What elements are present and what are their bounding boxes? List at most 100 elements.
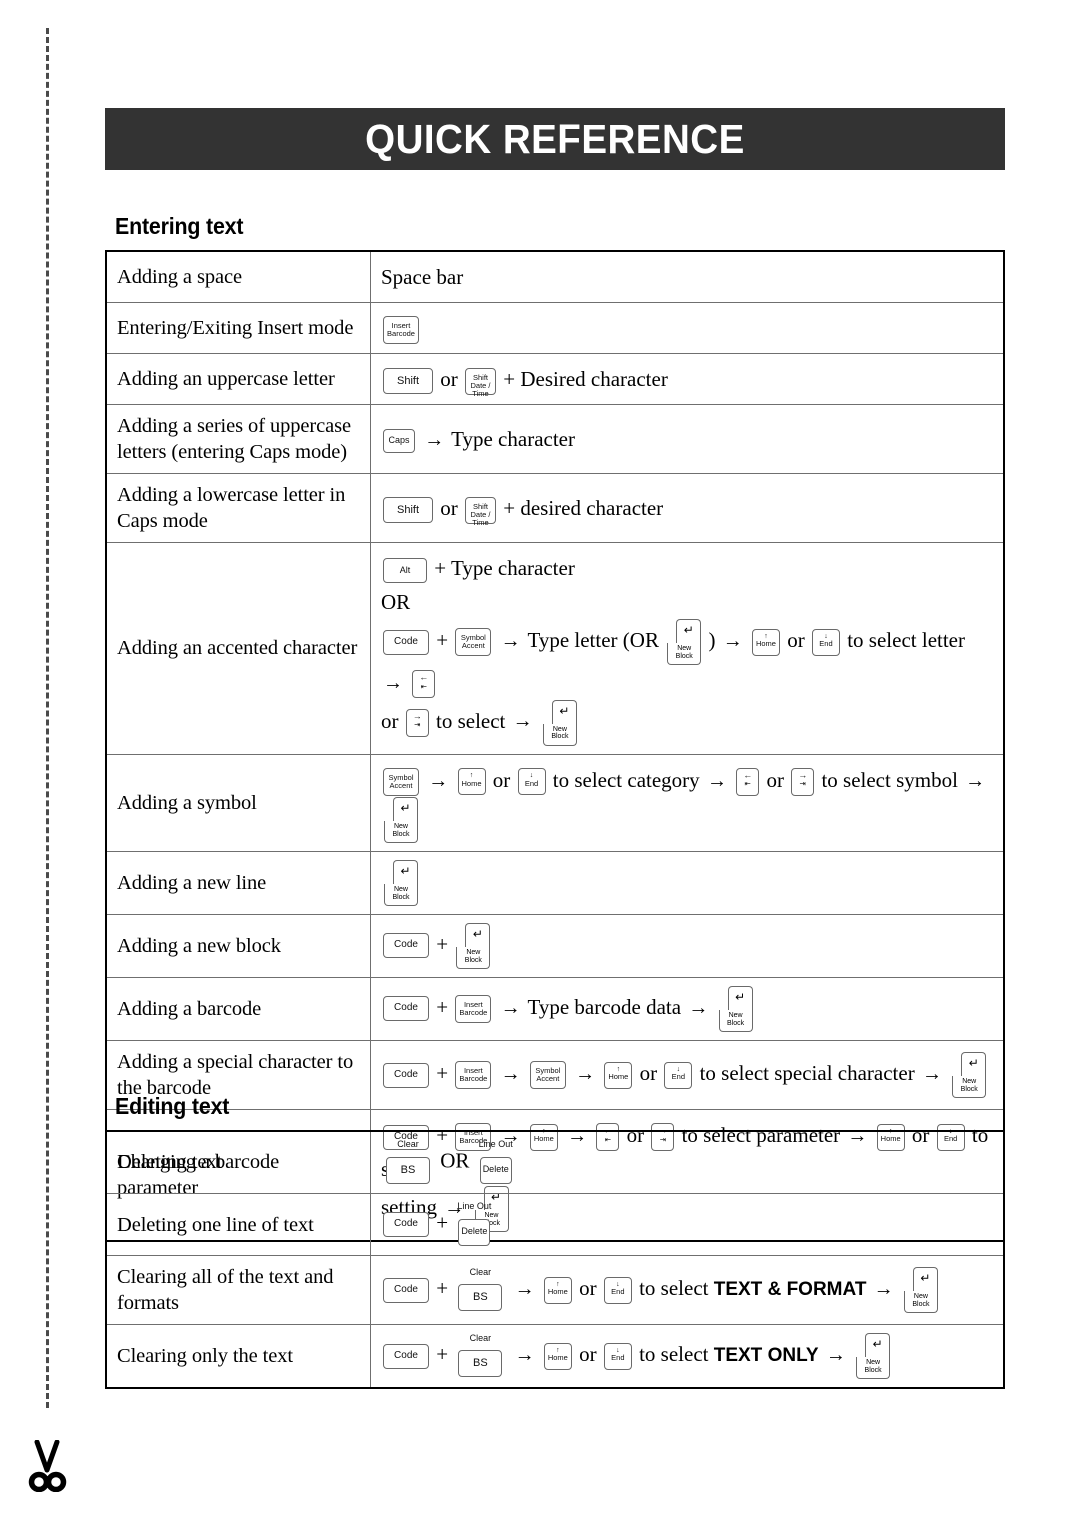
key-arrow-right: → ⇥ [405,708,429,737]
key-home: ↑ Home [751,628,780,656]
row-action: Code + Clear BS → ↑ Home or ↓ End to sel… [370,1324,1005,1389]
return-arrow-icon: ↵ [968,1056,979,1071]
key-home: ↑ Home [543,1276,572,1304]
key-symbol-accent: Symbol Accent [455,628,492,657]
key-caption-line-out: Line Out [457,1201,492,1212]
plus-sign: + [436,628,449,653]
key-bs: BS [386,1156,430,1184]
key-alt: Alt [383,557,427,583]
row-action: Symbol Accent → ↑ Home or ↓ End to selec… [370,753,1005,852]
row-action: ↵ New Block [370,850,1005,915]
row-action: Code + Clear BS → ↑ Home or ↓ End to sel… [370,1255,1005,1326]
key-code: Code [383,1277,429,1303]
action-text: to select [639,1341,709,1366]
key-new-block: ↵ New Block [542,699,577,746]
action-text: to select category [552,767,700,792]
row-label: Adding a space [105,250,371,304]
editing-text-table: Deleting text Clear BS OR Line Out Delet… [105,1130,1005,1390]
key-new-block: ↵ New Block [952,1052,987,1099]
or-text: OR [440,1148,470,1173]
action-text: + desired character [503,496,664,521]
table-row: Adding a new block Code + ↵ New Block [105,913,1005,978]
section-heading-editing-text: Editing text [115,1093,230,1119]
arrow-right-icon: → [424,428,445,451]
key-code: Code [383,1212,429,1238]
table-row: Entering/Exiting Insert mode Insert Barc… [105,302,1005,355]
row-label: Clearing all of the text and formats [105,1255,371,1326]
emphasis-text: TEXT ONLY [713,1344,819,1366]
action-line-1: Alt + Type character [381,551,993,585]
cut-guide-dashed-line [46,28,49,1408]
return-arrow-icon: ↵ [559,703,570,718]
plus-sign: + [436,1210,449,1235]
arrow-right-icon: → [965,769,986,792]
row-label: Deleting one line of text [105,1193,371,1257]
action-text: Space bar [381,265,464,289]
or-label: or [381,708,399,733]
action-text: to select letter [847,628,965,653]
row-label: Adding a series of uppercase letters (en… [105,404,371,475]
row-label: Entering/Exiting Insert mode [105,302,371,355]
action-text: Type character [451,426,575,451]
action-line-2: ↵ New Block [381,796,993,843]
key-end: ↓ End [603,1342,632,1370]
return-arrow-icon: ↵ [920,1271,931,1286]
row-action: Caps → Type character [370,404,1005,475]
key-arrow-left: ← ⇤ [412,670,436,699]
row-action: Code + ↵ New Block [370,913,1005,978]
plus-sign: + [436,1341,449,1366]
arrow-right-icon: → [500,630,521,653]
or-label: or [492,767,511,792]
arrow-right-icon: → [575,1062,596,1085]
or-text: OR [381,590,411,615]
row-label: Adding a new line [105,850,371,915]
arrow-right-icon: → [428,769,449,792]
row-action: Shift or Shift Date / Time + Desired cha… [370,353,1005,406]
row-action: Shift or Shift Date / Time + desired cha… [370,473,1005,544]
key-new-block: ↵ New Block [718,985,753,1032]
key-caption-clear: Clear [397,1139,419,1149]
key-group-bs: Clear BS [456,1333,504,1379]
key-delete: Delete [479,1156,512,1184]
row-action: Clear BS OR Line Out Delete [370,1130,1005,1195]
row-action: Alt + Type character OR Code + Symbol Ac… [370,542,1005,755]
key-new-block: ↵ New Block [384,859,418,906]
arrow-right-icon: → [688,996,709,1019]
key-bs: BS [458,1284,503,1312]
return-arrow-icon: ↵ [400,863,411,878]
table-row: Adding an uppercase letter Shift or Shif… [105,353,1005,406]
key-code: Code [383,933,429,959]
key-bs: BS [458,1350,503,1378]
row-action: Code + Insert Barcode → Type barcode dat… [370,976,1005,1041]
arrow-right-icon: → [383,672,403,695]
page-header-banner: QUICK REFERENCE [105,108,1005,170]
arrow-right-icon: → [500,996,521,1019]
key-code: Code [383,996,429,1022]
action-line-1: Symbol Accent → ↑ Home or ↓ End to selec… [381,763,993,797]
arrow-right-icon: → [873,1277,894,1300]
plus-sign: + [436,1060,449,1085]
section-heading-entering-text: Entering text [115,213,244,239]
key-caption-clear: Clear [469,1266,492,1277]
arrow-right-icon: → [921,1062,942,1085]
key-end: ↓ End [811,628,840,656]
key-shift: Shift [383,497,433,524]
key-new-block: ↵ New Block [384,796,418,843]
key-end: ↓ End [517,768,546,796]
key-home: ↑ Home [543,1342,572,1370]
action-text: + Desired character [503,367,668,392]
key-insert-barcode: Insert Barcode [455,994,492,1023]
key-new-block: ↵ New Block [456,922,491,969]
key-group-bs: Clear BS [456,1266,504,1313]
action-text: Type barcode data [527,994,682,1019]
or-label: or [440,367,458,392]
table-row: Adding an accented character Alt + Type … [105,542,1005,755]
key-code: Code [383,629,429,655]
action-line-or: OR [381,585,993,619]
key-symbol-accent: Symbol Accent [383,767,419,796]
key-home: ↑ Home [457,768,486,796]
key-shift-date-time: Shift Date / Time [465,496,496,526]
table-row: Clearing only the text Code + Clear BS → [105,1324,1005,1389]
key-home: ↑ Home [604,1061,633,1089]
key-end: ↓ End [603,1276,632,1304]
